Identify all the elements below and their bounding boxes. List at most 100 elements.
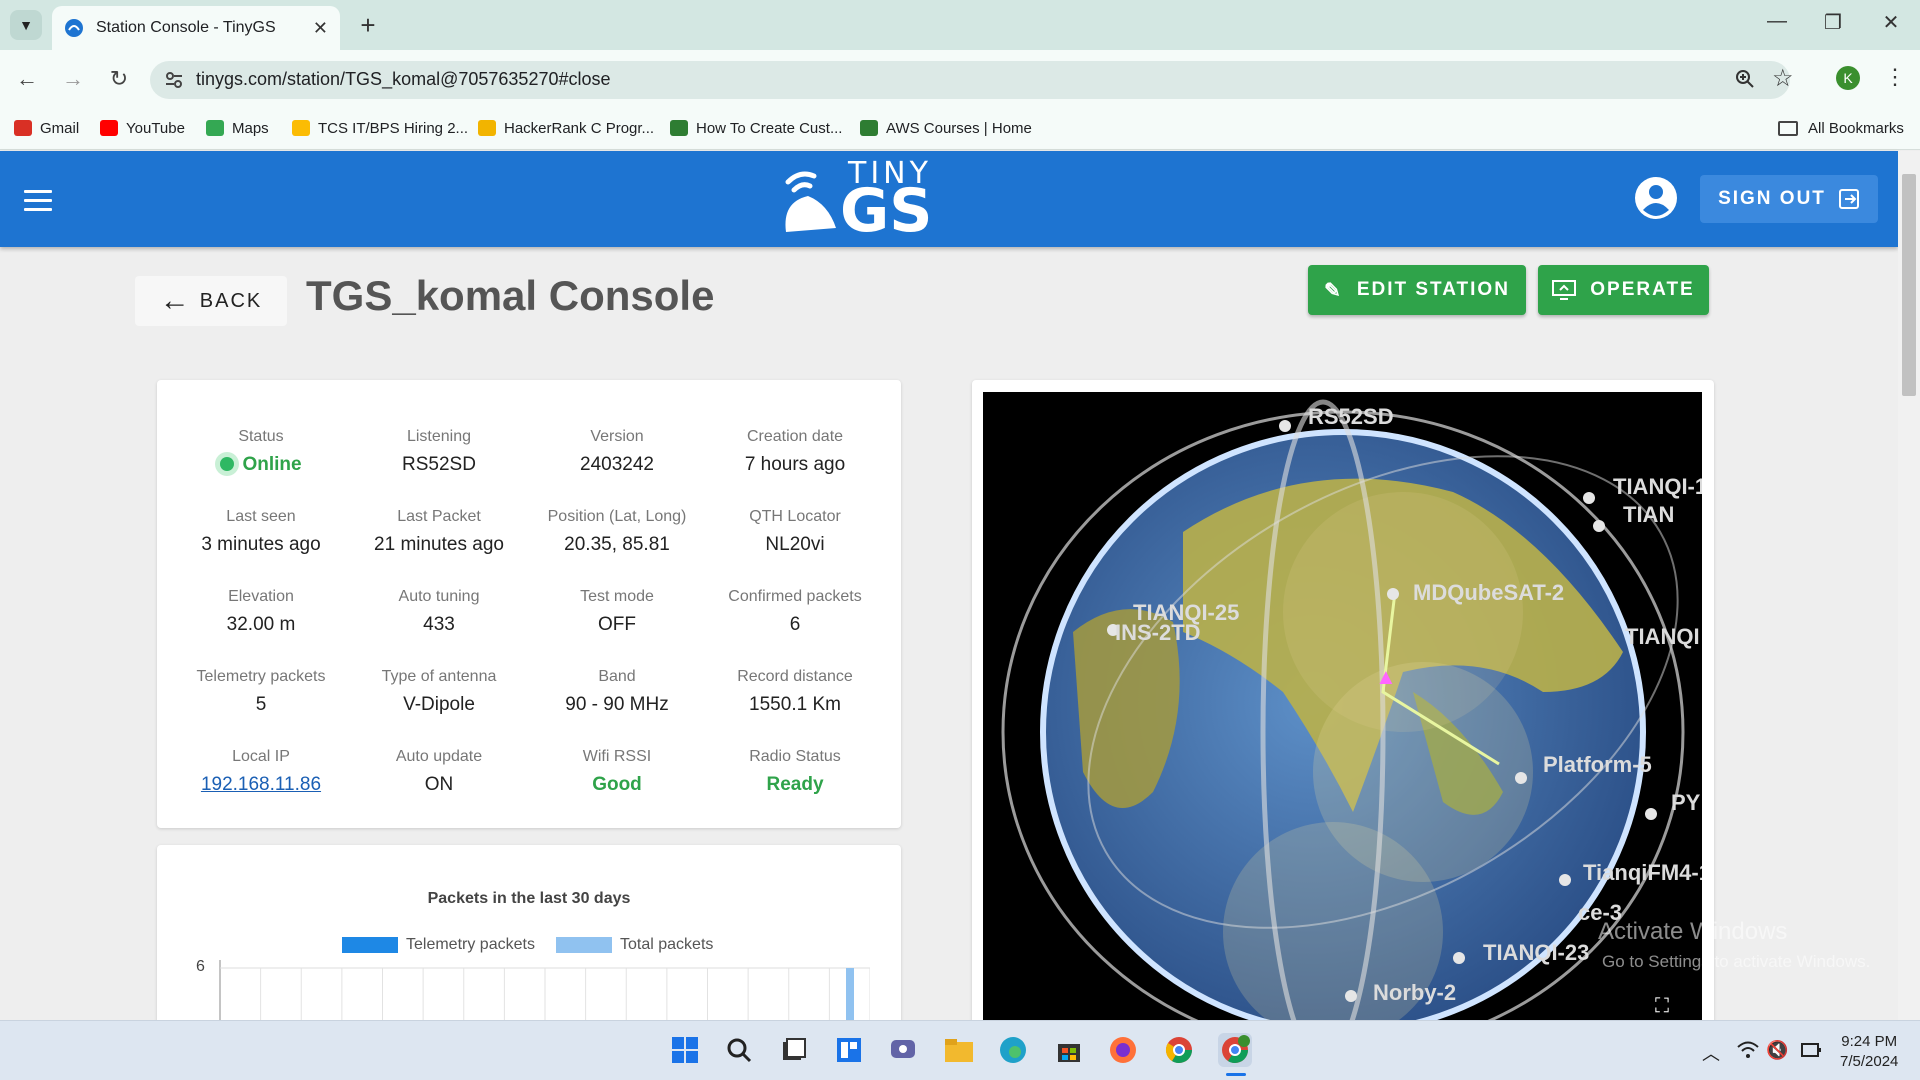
widgets-icon[interactable] (832, 1033, 866, 1067)
stat-item: Band 90 - 90 MHz (532, 668, 702, 716)
satellite-label[interactable]: RS52SD (1308, 404, 1394, 429)
system-clock[interactable]: 9:24 PM 7/5/2024 (1840, 1032, 1898, 1072)
satellite-marker-icon[interactable] (1583, 492, 1595, 504)
url-text[interactable]: tinygs.com/station/TGS_komal@7057635270#… (196, 69, 611, 90)
satellite-label[interactable]: MDQubeSAT-2 (1413, 580, 1564, 605)
scrollbar-thumb[interactable] (1902, 174, 1916, 396)
close-window-icon[interactable]: ✕ (1876, 10, 1906, 35)
forward-arrow-icon[interactable]: → (58, 64, 88, 94)
bookmark-item[interactable]: AWS Courses | Home (860, 116, 1032, 140)
bookmark-label: AWS Courses | Home (886, 119, 1032, 137)
local-ip-link[interactable]: 192.168.11.86 (176, 774, 346, 796)
edit-station-button[interactable]: ✎ EDIT STATION (1308, 265, 1526, 315)
stat-label: Version (590, 428, 644, 445)
minimize-icon[interactable]: — (1762, 10, 1792, 33)
account-icon[interactable] (1634, 176, 1678, 220)
stat-value-text: OFF (598, 614, 636, 635)
stat-label: Wifi RSSI (582, 748, 652, 765)
wifi-icon[interactable] (1736, 1040, 1760, 1060)
chevron-up-icon[interactable]: ︿ (1702, 1040, 1720, 1066)
bookmark-label: Gmail (40, 119, 80, 137)
satellite-marker-icon[interactable] (1645, 808, 1657, 820)
satellite-label[interactable]: TIAN (1623, 502, 1674, 527)
satellite-globe-view[interactable]: ▲ RS52SDTIANQI-1TIANMDQubeSAT-2TIANQI-25… (983, 392, 1702, 1020)
station-marker-icon: ▲ (1375, 664, 1397, 689)
back-button[interactable]: ← BACK (135, 276, 287, 326)
satellite-marker-icon[interactable] (1387, 588, 1399, 600)
store-icon[interactable] (1052, 1033, 1086, 1067)
menu-icon[interactable] (24, 190, 52, 212)
volume-muted-icon[interactable]: 🔇 (1766, 1040, 1788, 1061)
browser-tab[interactable]: Station Console - TinyGS ✕ (52, 6, 340, 50)
stat-item: Listening RS52SD (354, 428, 524, 476)
task-view-icon[interactable] (776, 1033, 810, 1067)
satellite-label[interactable]: PY (1671, 790, 1701, 815)
bookmark-item[interactable]: Gmail (14, 116, 79, 140)
stat-label: Last Packet (397, 508, 481, 525)
more-menu-icon[interactable]: ⋮ (1884, 64, 1906, 90)
chart-title: Packets in the last 30 days (427, 890, 631, 907)
satellite-marker-icon[interactable] (1593, 520, 1605, 532)
firefox-icon[interactable] (1106, 1033, 1140, 1067)
all-bookmarks[interactable]: All Bookmarks (1778, 116, 1904, 140)
new-tab-button[interactable]: + (354, 12, 382, 40)
satellite-label[interactable]: TIANQI-23 (1483, 940, 1589, 965)
edge-icon[interactable] (996, 1033, 1030, 1067)
stat-value-text: RS52SD (402, 454, 476, 475)
tab-search-dropdown[interactable]: ▼ (10, 10, 42, 40)
bookmark-item[interactable]: TCS IT/BPS Hiring 2... (292, 116, 468, 140)
operate-button[interactable]: OPERATE (1538, 265, 1709, 315)
zoom-icon[interactable] (1734, 68, 1756, 90)
satellite-label[interactable]: TianqiFM4-1 (1583, 860, 1702, 885)
logo-gs-text: GS (840, 176, 933, 246)
file-explorer-icon[interactable] (942, 1033, 976, 1067)
restore-icon[interactable]: ❐ (1818, 10, 1848, 35)
start-icon[interactable] (668, 1033, 702, 1067)
satellite-marker-icon[interactable] (1345, 990, 1357, 1002)
bookmark-item[interactable]: YouTube (100, 116, 185, 140)
bookmark-star-icon[interactable]: ☆ (1772, 64, 1794, 93)
stat-item: Auto update ON (354, 748, 524, 796)
profile-avatar[interactable]: K (1836, 66, 1860, 90)
fullscreen-icon[interactable]: ⛶ (1654, 995, 1670, 1017)
legend-total[interactable]: Total packets (556, 936, 713, 954)
chrome-profile-icon[interactable] (1218, 1033, 1252, 1067)
search-icon[interactable] (722, 1033, 756, 1067)
satellite-label[interactable]: Platform-5 (1543, 752, 1652, 777)
activation-watermark-text: Go to Settings to activate Windows. (1602, 952, 1871, 971)
bookmark-label: YouTube (126, 119, 185, 137)
satellite-marker-icon[interactable] (1515, 772, 1527, 784)
satellite-label[interactable]: Norby-2 (1373, 980, 1456, 1005)
stat-value: 5 (176, 694, 346, 716)
bookmark-item[interactable]: How To Create Cust... (670, 116, 842, 140)
stat-value: 20.35, 85.81 (532, 534, 702, 556)
satellite-marker-icon[interactable] (1559, 874, 1571, 886)
stat-item: Wifi RSSI Good (532, 748, 702, 796)
stat-value-text: Ready (766, 774, 824, 795)
satellite-marker-icon[interactable] (1279, 420, 1291, 432)
stat-value-text: 20.35, 85.81 (564, 534, 670, 555)
teams-chat-icon[interactable] (886, 1033, 920, 1067)
bookmark-favicon-icon (14, 120, 32, 136)
bookmark-item[interactable]: Maps (206, 116, 269, 140)
bookmark-favicon-icon (478, 120, 496, 136)
sign-out-button[interactable]: SIGN OUT (1700, 175, 1878, 223)
reload-icon[interactable]: ↻ (104, 64, 134, 94)
satellite-label[interactable]: TIANQI (1625, 624, 1700, 649)
chrome-icon[interactable] (1162, 1033, 1196, 1067)
bookmark-item[interactable]: HackerRank C Progr... (478, 116, 654, 140)
satellite-label[interactable]: TIANQI-1 (1613, 474, 1702, 499)
site-settings-icon[interactable] (164, 70, 184, 90)
stat-label: Listening (406, 428, 472, 445)
stat-value: RS52SD (354, 454, 524, 476)
legend-telemetry[interactable]: Telemetry packets (342, 936, 535, 954)
battery-icon[interactable] (1800, 1040, 1822, 1060)
stat-value: 90 - 90 MHz (532, 694, 702, 716)
satellite-label[interactable]: INS-2TD (1115, 620, 1201, 645)
online-status-dot (220, 457, 235, 471)
stat-item: Type of antenna V-Dipole (354, 668, 524, 716)
close-tab-icon[interactable]: ✕ (313, 18, 328, 39)
back-arrow-icon[interactable]: ← (12, 64, 42, 94)
bar-total-packets[interactable] (846, 968, 854, 1020)
satellite-marker-icon[interactable] (1453, 952, 1465, 964)
